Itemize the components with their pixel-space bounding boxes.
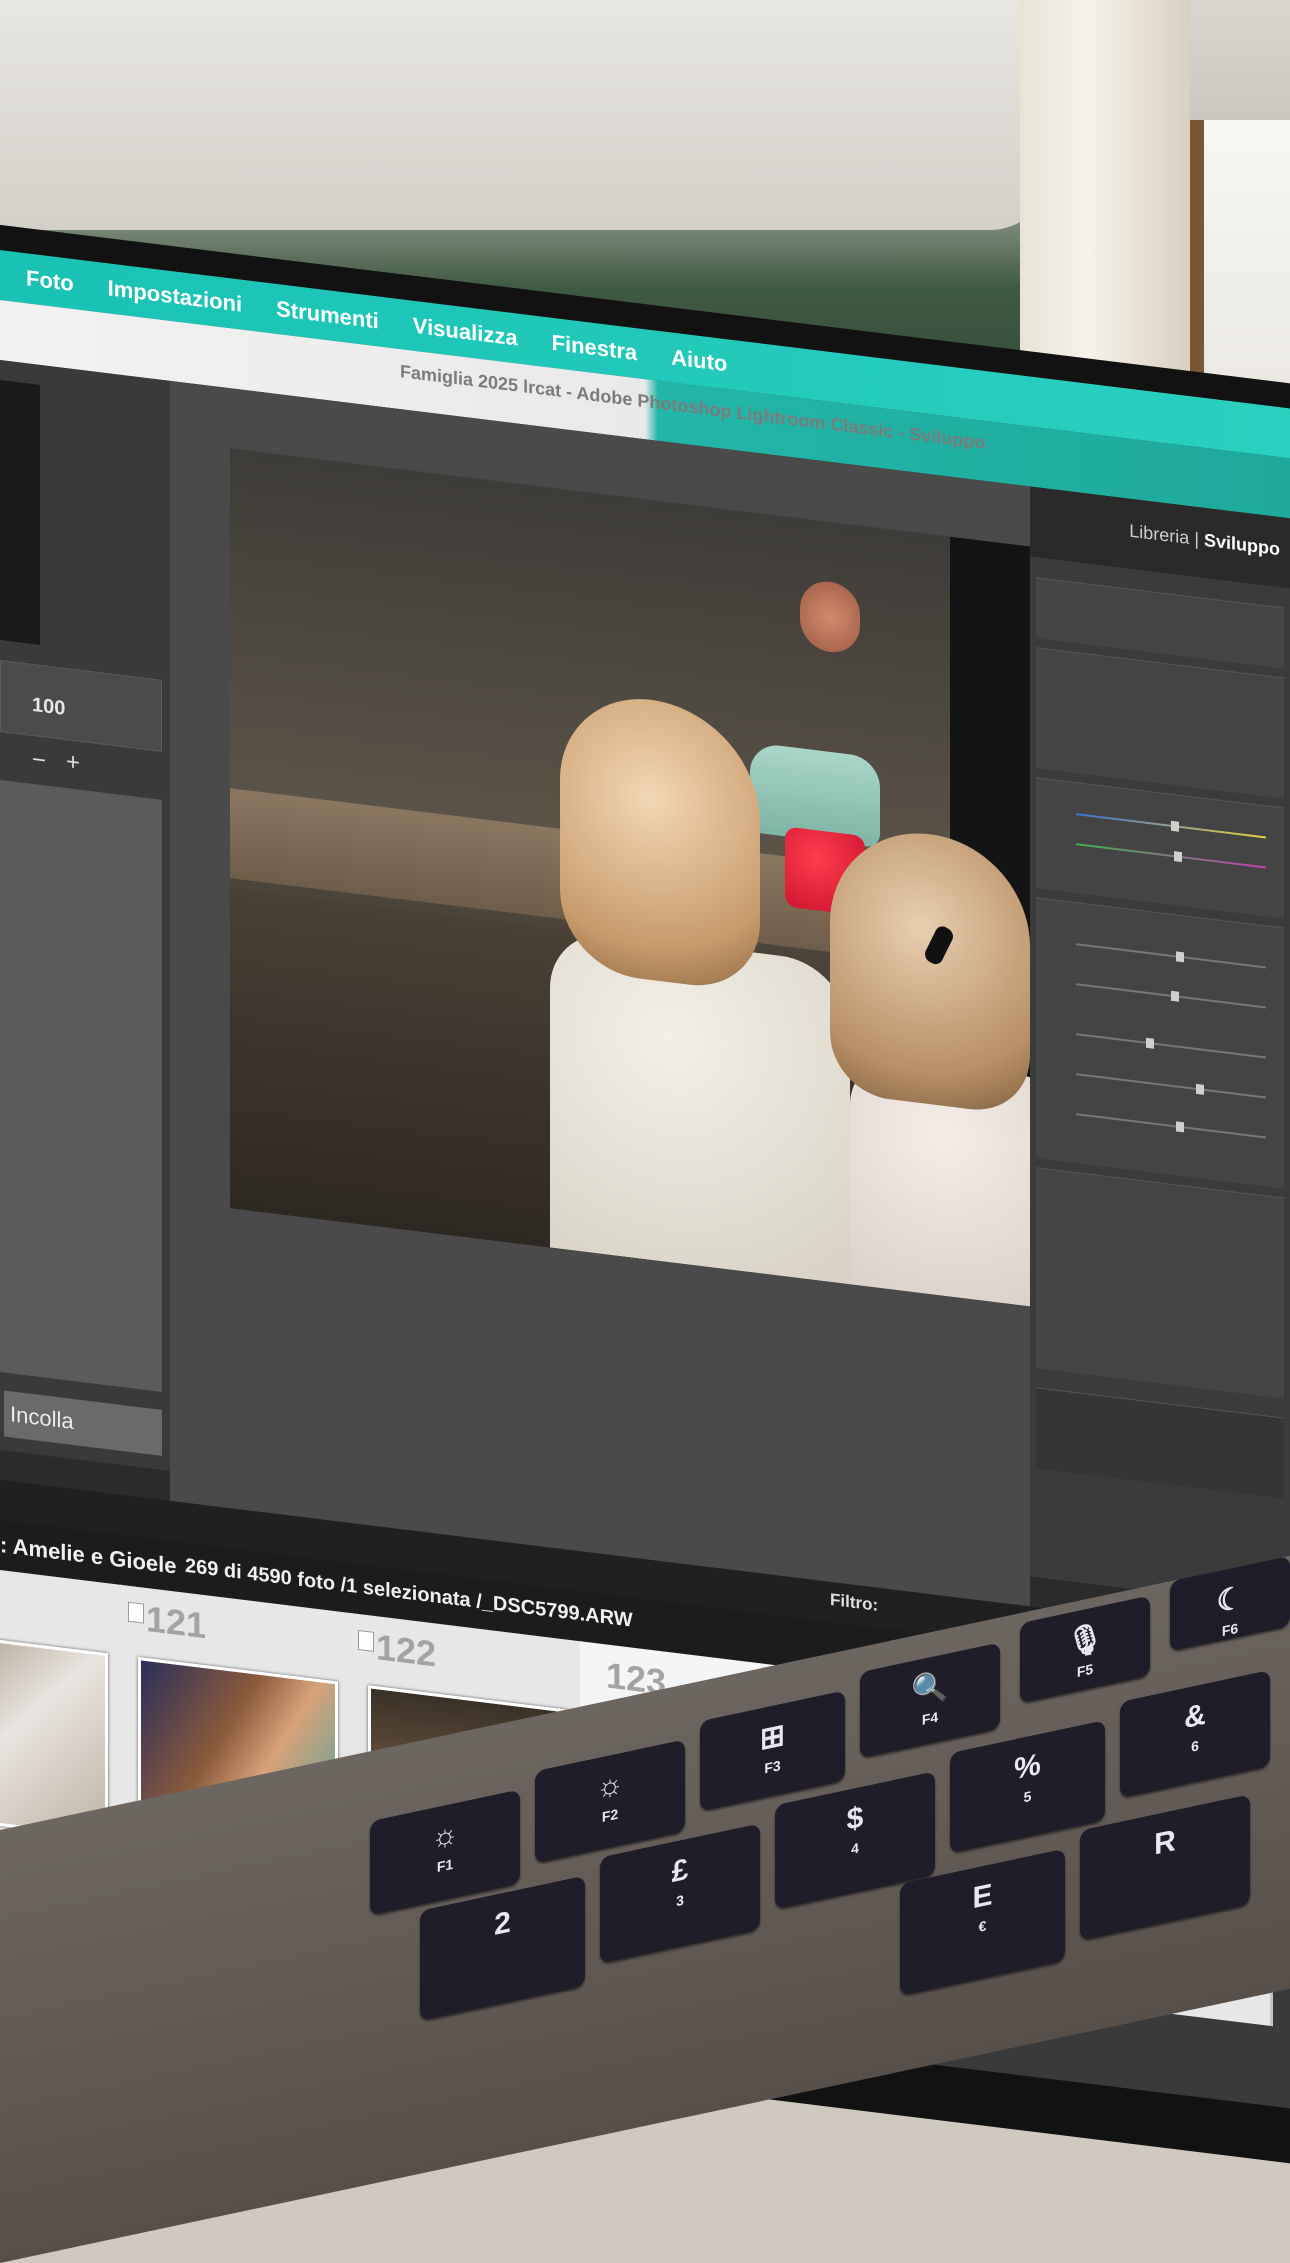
- contrast-slider[interactable]: [1076, 983, 1266, 1009]
- menu-finestra[interactable]: Finestra: [552, 330, 638, 367]
- key-symbol: R: [1154, 1824, 1176, 1862]
- zoom-value[interactable]: 100: [32, 694, 65, 721]
- photo-viewport[interactable]: [170, 380, 1290, 1607]
- adult-hand: [800, 578, 860, 656]
- right-panel: Libreria | Sviluppo: [1030, 486, 1290, 1609]
- slider-knob[interactable]: [1171, 820, 1179, 832]
- module-sviluppo[interactable]: Sviluppo: [1204, 530, 1280, 559]
- menu-visualizza[interactable]: Visualizza: [413, 313, 518, 352]
- zoom-box: [0, 660, 162, 752]
- sync-section: [1036, 1387, 1284, 1499]
- key-3[interactable]: £ 3: [600, 1823, 760, 1964]
- slider-knob[interactable]: [1146, 1037, 1154, 1049]
- cell-number: 122: [376, 1626, 437, 1675]
- tint-slider[interactable]: [1076, 843, 1266, 869]
- left-panel: 100 − + Incolla: [0, 360, 170, 1471]
- menu-aiuto[interactable]: Aiuto: [671, 344, 727, 377]
- tone-section: [1036, 897, 1284, 1189]
- menu-impostazioni[interactable]: Impostazioni: [108, 275, 242, 318]
- navigator-preview[interactable]: [0, 380, 40, 645]
- key-f4[interactable]: 🔍 F4: [860, 1642, 1000, 1759]
- slider-knob[interactable]: [1176, 1121, 1184, 1133]
- menu-strumenti[interactable]: Strumenti: [276, 296, 379, 335]
- paste-button[interactable]: Incolla: [4, 1390, 162, 1456]
- filter-label: Filtro:: [830, 1589, 879, 1615]
- menu-foto[interactable]: Foto: [26, 265, 74, 297]
- slider-knob[interactable]: [1174, 851, 1182, 863]
- module-libreria[interactable]: Libreria: [1129, 521, 1189, 548]
- highlights-slider[interactable]: [1076, 1033, 1266, 1059]
- module-tabs: Libreria | Sviluppo: [1129, 520, 1280, 560]
- collapse-minus-icon[interactable]: −: [32, 746, 46, 776]
- expand-plus-icon[interactable]: +: [66, 748, 80, 778]
- slider-knob[interactable]: [1196, 1083, 1204, 1095]
- flag-icon[interactable]: [128, 1601, 144, 1624]
- ceiling: [0, 0, 1050, 230]
- presence-section: [1036, 1167, 1284, 1399]
- slider-knob[interactable]: [1176, 951, 1184, 963]
- key-6[interactable]: & 6: [1120, 1670, 1270, 1798]
- white-balance-section: [1036, 777, 1284, 919]
- girl-left-hair: [560, 688, 760, 994]
- shadows-slider[interactable]: [1076, 1073, 1266, 1099]
- whites-slider[interactable]: [1076, 1113, 1266, 1139]
- exposure-slider[interactable]: [1076, 943, 1266, 969]
- key-f3[interactable]: ⊞ F3: [700, 1690, 845, 1812]
- thumbnail[interactable]: [0, 1628, 108, 1840]
- temp-slider[interactable]: [1076, 813, 1266, 839]
- cell-number: 121: [146, 1597, 207, 1647]
- basic-profile-section: [1036, 647, 1284, 799]
- key-f5[interactable]: 🎙 F5: [1020, 1595, 1150, 1704]
- flag-icon[interactable]: [358, 1629, 374, 1652]
- slider-knob[interactable]: [1171, 990, 1179, 1002]
- presets-panel: [0, 780, 162, 1392]
- key-r[interactable]: R: [1080, 1794, 1250, 1941]
